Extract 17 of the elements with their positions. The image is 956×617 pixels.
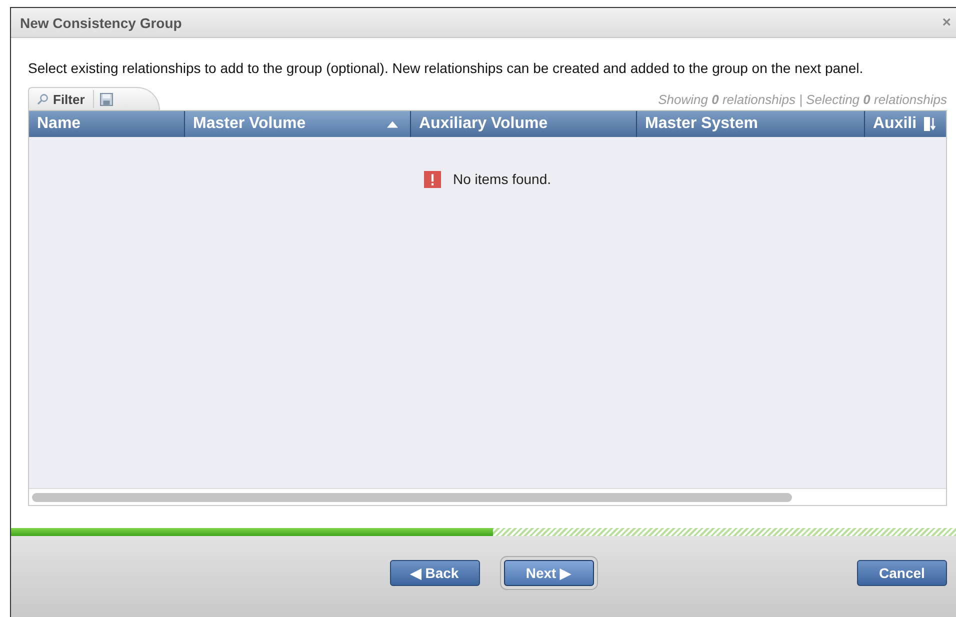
- column-header[interactable]: Auxiliary Volume: [411, 111, 637, 137]
- selection-summary: Showing 0 relationships | Selecting 0 relationships: [658, 92, 947, 109]
- close-button[interactable]: ×: [936, 14, 956, 31]
- scrollbar-thumb[interactable]: [32, 492, 792, 502]
- column-header[interactable]: Auxili: [865, 111, 921, 137]
- column-header[interactable]: Master System: [637, 111, 865, 137]
- column-chooser-icon[interactable]: [923, 116, 937, 132]
- error-icon: [424, 170, 441, 188]
- instruction-text: Select existing relationships to add to the group (optional). New relationships can be created and added to the group on the next panel.: [28, 59, 864, 78]
- window-title: New Consistency Group: [20, 14, 182, 30]
- sort-ascending-icon: [387, 120, 398, 128]
- filter-button[interactable]: Filter: [33, 90, 94, 108]
- wizard-nav-button[interactable]: ◀ Back: [390, 560, 480, 586]
- column-header[interactable]: Master Volume: [185, 111, 411, 137]
- search-icon: [37, 93, 49, 105]
- cancel-button[interactable]: Cancel: [857, 560, 947, 586]
- empty-message: No items found.: [452, 171, 552, 187]
